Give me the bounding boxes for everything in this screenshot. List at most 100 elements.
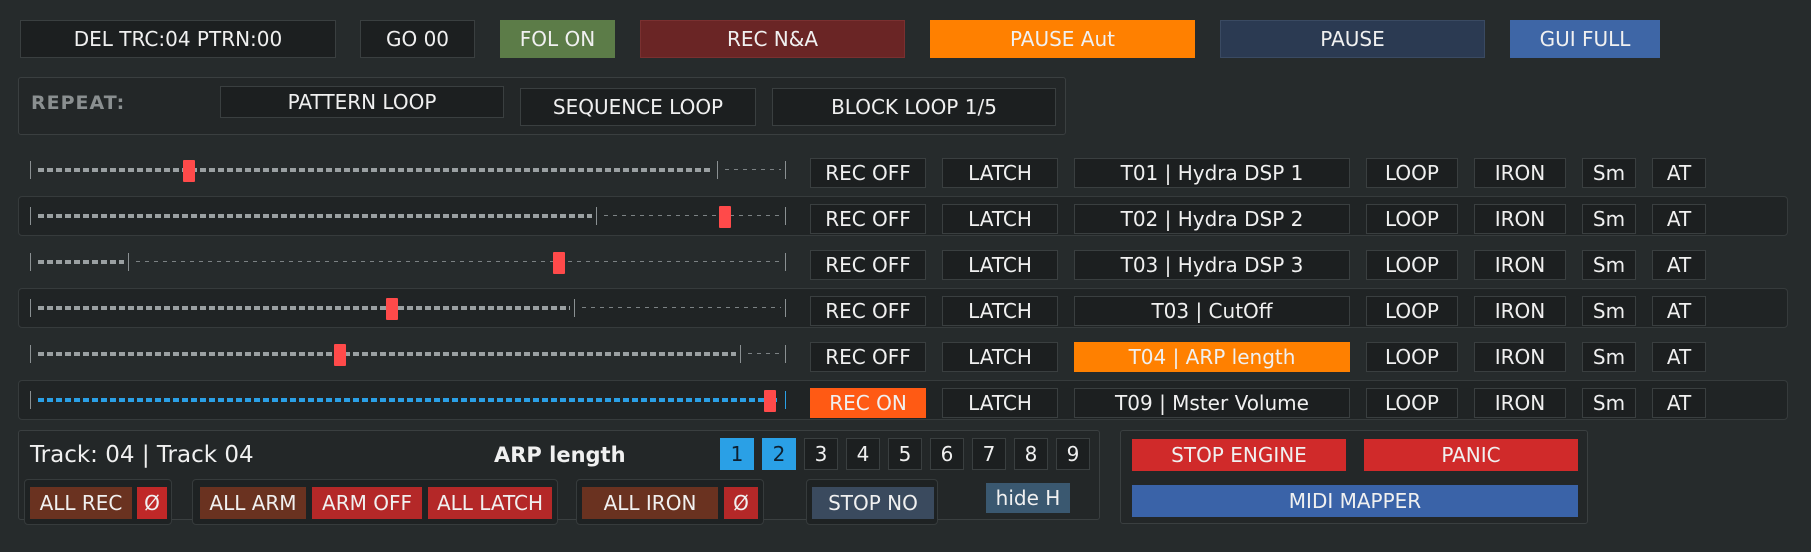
rec-toggle-button[interactable]: REC OFF: [810, 204, 926, 234]
iron-button[interactable]: IRON: [1474, 296, 1566, 326]
slider-track: [38, 306, 570, 310]
slider-knob[interactable]: [183, 160, 195, 182]
sequence-loop-button[interactable]: SEQUENCE LOOP: [520, 88, 756, 126]
loop-button[interactable]: LOOP: [1366, 342, 1458, 372]
latch-button[interactable]: LATCH: [942, 296, 1058, 326]
record-notes-automation-button[interactable]: REC N&A: [640, 20, 905, 58]
delete-track-pattern-button[interactable]: DEL TRC:04 PTRN:00: [20, 20, 336, 58]
block-loop-button[interactable]: BLOCK LOOP 1/5: [772, 88, 1056, 126]
loop-button[interactable]: LOOP: [1366, 388, 1458, 418]
slider-start-tick: [30, 161, 31, 179]
slider-end-tick: [785, 207, 786, 225]
at-button[interactable]: AT: [1652, 158, 1706, 188]
track-parameter-button[interactable]: T04 | ARP length: [1074, 342, 1350, 372]
rec-toggle-button[interactable]: REC OFF: [810, 158, 926, 188]
automation-slider[interactable]: [30, 252, 787, 274]
automation-slider[interactable]: [30, 298, 787, 320]
at-button[interactable]: AT: [1652, 342, 1706, 372]
iron-clear-button[interactable]: Ø: [724, 487, 758, 519]
repeat-label: REPEAT:: [31, 92, 126, 114]
arm-off-button[interactable]: ARM OFF: [312, 487, 422, 519]
loop-button[interactable]: LOOP: [1366, 158, 1458, 188]
latch-button[interactable]: LATCH: [942, 388, 1058, 418]
rec-toggle-button[interactable]: REC OFF: [810, 250, 926, 280]
smooth-button[interactable]: Sm: [1582, 250, 1636, 280]
smooth-button[interactable]: Sm: [1582, 204, 1636, 234]
track-parameter-button[interactable]: T02 | Hydra DSP 2: [1074, 204, 1350, 234]
at-button[interactable]: AT: [1652, 388, 1706, 418]
all-rec-button[interactable]: ALL REC: [30, 487, 132, 519]
smooth-button[interactable]: Sm: [1582, 388, 1636, 418]
latch-button[interactable]: LATCH: [942, 158, 1058, 188]
automation-slider[interactable]: [30, 206, 787, 228]
hide-h-button[interactable]: hide H: [986, 483, 1070, 513]
rec-toggle-button[interactable]: REC ON: [810, 388, 926, 418]
automation-slider[interactable]: [30, 344, 787, 366]
value-button-2[interactable]: 2: [762, 438, 796, 470]
all-arm-button[interactable]: ALL ARM: [200, 487, 306, 519]
midi-mapper-button[interactable]: MIDI MAPPER: [1132, 485, 1578, 517]
panic-button[interactable]: PANIC: [1364, 439, 1578, 471]
iron-button[interactable]: IRON: [1474, 388, 1566, 418]
slider-knob[interactable]: [764, 390, 776, 412]
all-latch-button[interactable]: ALL LATCH: [428, 487, 552, 519]
slider-knob[interactable]: [334, 344, 346, 366]
value-button-3[interactable]: 3: [804, 438, 838, 470]
track-parameter-button[interactable]: T03 | CutOff: [1074, 296, 1350, 326]
value-button-5[interactable]: 5: [888, 438, 922, 470]
parameter-name: ARP length: [494, 443, 626, 467]
slider-knob[interactable]: [386, 298, 398, 320]
slider-track: [38, 168, 713, 172]
slider-knob[interactable]: [719, 206, 731, 228]
automation-slider[interactable]: [30, 390, 787, 412]
slider-remainder: [725, 169, 781, 170]
at-button[interactable]: AT: [1652, 296, 1706, 326]
slider-remainder: [604, 215, 781, 216]
latch-button[interactable]: LATCH: [942, 250, 1058, 280]
slider-remainder: [136, 261, 781, 262]
slider-end-tick: [785, 345, 786, 363]
rec-toggle-button[interactable]: REC OFF: [810, 342, 926, 372]
slider-track: [38, 260, 124, 264]
all-iron-button[interactable]: ALL IRON: [582, 487, 718, 519]
latch-button[interactable]: LATCH: [942, 342, 1058, 372]
smooth-button[interactable]: Sm: [1582, 158, 1636, 188]
loop-button[interactable]: LOOP: [1366, 250, 1458, 280]
follow-on-button[interactable]: FOL ON: [500, 20, 615, 58]
pause-automation-button[interactable]: PAUSE Aut: [930, 20, 1195, 58]
at-button[interactable]: AT: [1652, 204, 1706, 234]
pause-button[interactable]: PAUSE: [1220, 20, 1485, 58]
value-button-7[interactable]: 7: [972, 438, 1006, 470]
value-button-1[interactable]: 1: [720, 438, 754, 470]
slider-end-tick: [785, 253, 786, 271]
slider-start-tick: [30, 345, 31, 363]
iron-button[interactable]: IRON: [1474, 250, 1566, 280]
value-button-8[interactable]: 8: [1014, 438, 1048, 470]
stop-engine-button[interactable]: STOP ENGINE: [1132, 439, 1346, 471]
iron-button[interactable]: IRON: [1474, 158, 1566, 188]
slider-knob[interactable]: [553, 252, 565, 274]
value-button-9[interactable]: 9: [1056, 438, 1090, 470]
latch-button[interactable]: LATCH: [942, 204, 1058, 234]
rec-clear-button[interactable]: Ø: [137, 487, 167, 519]
track-parameter-button[interactable]: T03 | Hydra DSP 3: [1074, 250, 1350, 280]
rec-toggle-button[interactable]: REC OFF: [810, 296, 926, 326]
loop-button[interactable]: LOOP: [1366, 204, 1458, 234]
smooth-button[interactable]: Sm: [1582, 296, 1636, 326]
slider-end-tick: [785, 161, 786, 179]
track-parameter-button[interactable]: T09 | Mster Volume: [1074, 388, 1350, 418]
at-button[interactable]: AT: [1652, 250, 1706, 280]
iron-button[interactable]: IRON: [1474, 204, 1566, 234]
value-button-6[interactable]: 6: [930, 438, 964, 470]
loop-button[interactable]: LOOP: [1366, 296, 1458, 326]
smooth-button[interactable]: Sm: [1582, 342, 1636, 372]
stop-no-button[interactable]: STOP NO: [812, 487, 934, 519]
gui-full-button[interactable]: GUI FULL: [1510, 20, 1660, 58]
iron-button[interactable]: IRON: [1474, 342, 1566, 372]
track-parameter-button[interactable]: T01 | Hydra DSP 1: [1074, 158, 1350, 188]
go-button[interactable]: GO 00: [360, 20, 475, 58]
slider-track: [38, 352, 736, 356]
automation-slider[interactable]: [30, 160, 787, 182]
pattern-loop-button[interactable]: PATTERN LOOP: [220, 86, 504, 118]
value-button-4[interactable]: 4: [846, 438, 880, 470]
